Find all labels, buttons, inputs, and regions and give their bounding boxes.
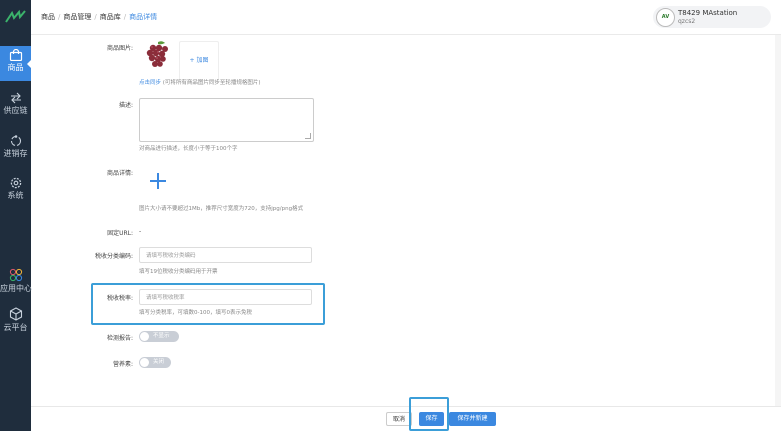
tax-code-input[interactable]: 请填写税收分类编码 — [139, 247, 312, 263]
user-name: T8429 MAstation — [678, 9, 738, 17]
sidebar-item-label: 应用中心 — [0, 284, 32, 293]
sidebar: 商品 供应链 进销存 系统 应用中心 云平台 — [0, 0, 32, 431]
sidebar-item-inventory[interactable]: 进销存 — [0, 135, 31, 158]
url-label: 固定URL: — [107, 230, 133, 237]
top-bar: 商品 / 商品管理 / 商品库 / 商品详情 AV T8429 MAstation qzcs… — [31, 0, 781, 35]
description-hint: 对商品进行描述，长度小于等于100个字 — [139, 146, 238, 152]
nutrition-label: 营养素: — [112, 361, 133, 368]
tax-code-label: 税收分类编码: — [94, 253, 133, 260]
nutrition-toggle[interactable]: 关闭 — [139, 357, 171, 368]
tax-code-hint: 填写19位税收分类编码用于开票 — [139, 269, 218, 275]
description-textarea[interactable] — [139, 98, 314, 142]
sync-hint: 点击同步 (可将所有商品图片同步至轮播规格图片) — [139, 80, 261, 86]
breadcrumb-item[interactable]: 商品管理 — [63, 13, 91, 21]
cube-icon — [9, 307, 22, 321]
breadcrumb-item[interactable]: 商品库 — [100, 13, 121, 21]
brand-logo — [5, 9, 26, 23]
sidebar-item-label: 系统 — [7, 191, 24, 200]
sidebar-item-label: 进销存 — [3, 149, 28, 158]
url-value: - — [139, 228, 142, 235]
detail-label: 商品详情: — [106, 170, 133, 177]
sidebar-item-label: 云平台 — [3, 323, 28, 332]
sync-link[interactable]: 点击同步 — [139, 80, 161, 86]
add-image-button[interactable]: + 加图 — [179, 41, 219, 81]
user-account: qzcs2 — [678, 18, 696, 25]
sidebar-item-supply-chain[interactable]: 供应链 — [0, 92, 31, 115]
inventory-cycle-icon — [10, 135, 21, 147]
detail-hint: 图片大小请不要超过1Mb，推荐尺寸宽度为720，支持jpg/png格式 — [139, 206, 304, 212]
gear-icon — [10, 177, 21, 189]
inspection-toggle[interactable]: 不显示 — [139, 331, 179, 342]
form-footer: 取消 保存 保存并新建 — [31, 406, 781, 432]
exchange-arrows-icon — [10, 92, 21, 104]
inspection-label: 检测报告: — [106, 335, 133, 342]
sidebar-item-app-center[interactable]: 应用中心 — [0, 268, 32, 293]
breadcrumb-current: 商品详情 — [129, 13, 158, 21]
highlight-box — [91, 283, 325, 325]
user-menu[interactable]: AV T8429 MAstation qzcs2 — [653, 6, 771, 28]
sidebar-item-cloud-platform[interactable]: 云平台 — [0, 307, 31, 332]
add-detail-image-button[interactable] — [139, 163, 177, 201]
app-center-icon — [9, 268, 22, 282]
description-label: 描述: — [118, 102, 133, 109]
shopping-bag-icon — [9, 49, 22, 61]
highlight-box — [409, 397, 449, 431]
breadcrumb-item[interactable]: 商品 — [41, 13, 55, 21]
image-label: 商品图片: — [106, 45, 133, 52]
breadcrumb: 商品 / 商品管理 / 商品库 / 商品详情 — [41, 13, 158, 21]
save-and-new-button[interactable]: 保存并新建 — [449, 412, 496, 426]
resize-handle-icon[interactable] — [305, 133, 311, 139]
product-image-thumbnail[interactable] — [141, 39, 173, 71]
sidebar-item-system[interactable]: 系统 — [0, 177, 31, 200]
sidebar-item-label: 供应链 — [3, 106, 28, 115]
avatar: AV — [656, 8, 675, 27]
scrollbar[interactable] — [775, 35, 781, 407]
product-detail-form: 商品图片: + 加图 点击同步 (可将所有商品图片同步至轮播规格图片) 描述: … — [31, 35, 781, 407]
